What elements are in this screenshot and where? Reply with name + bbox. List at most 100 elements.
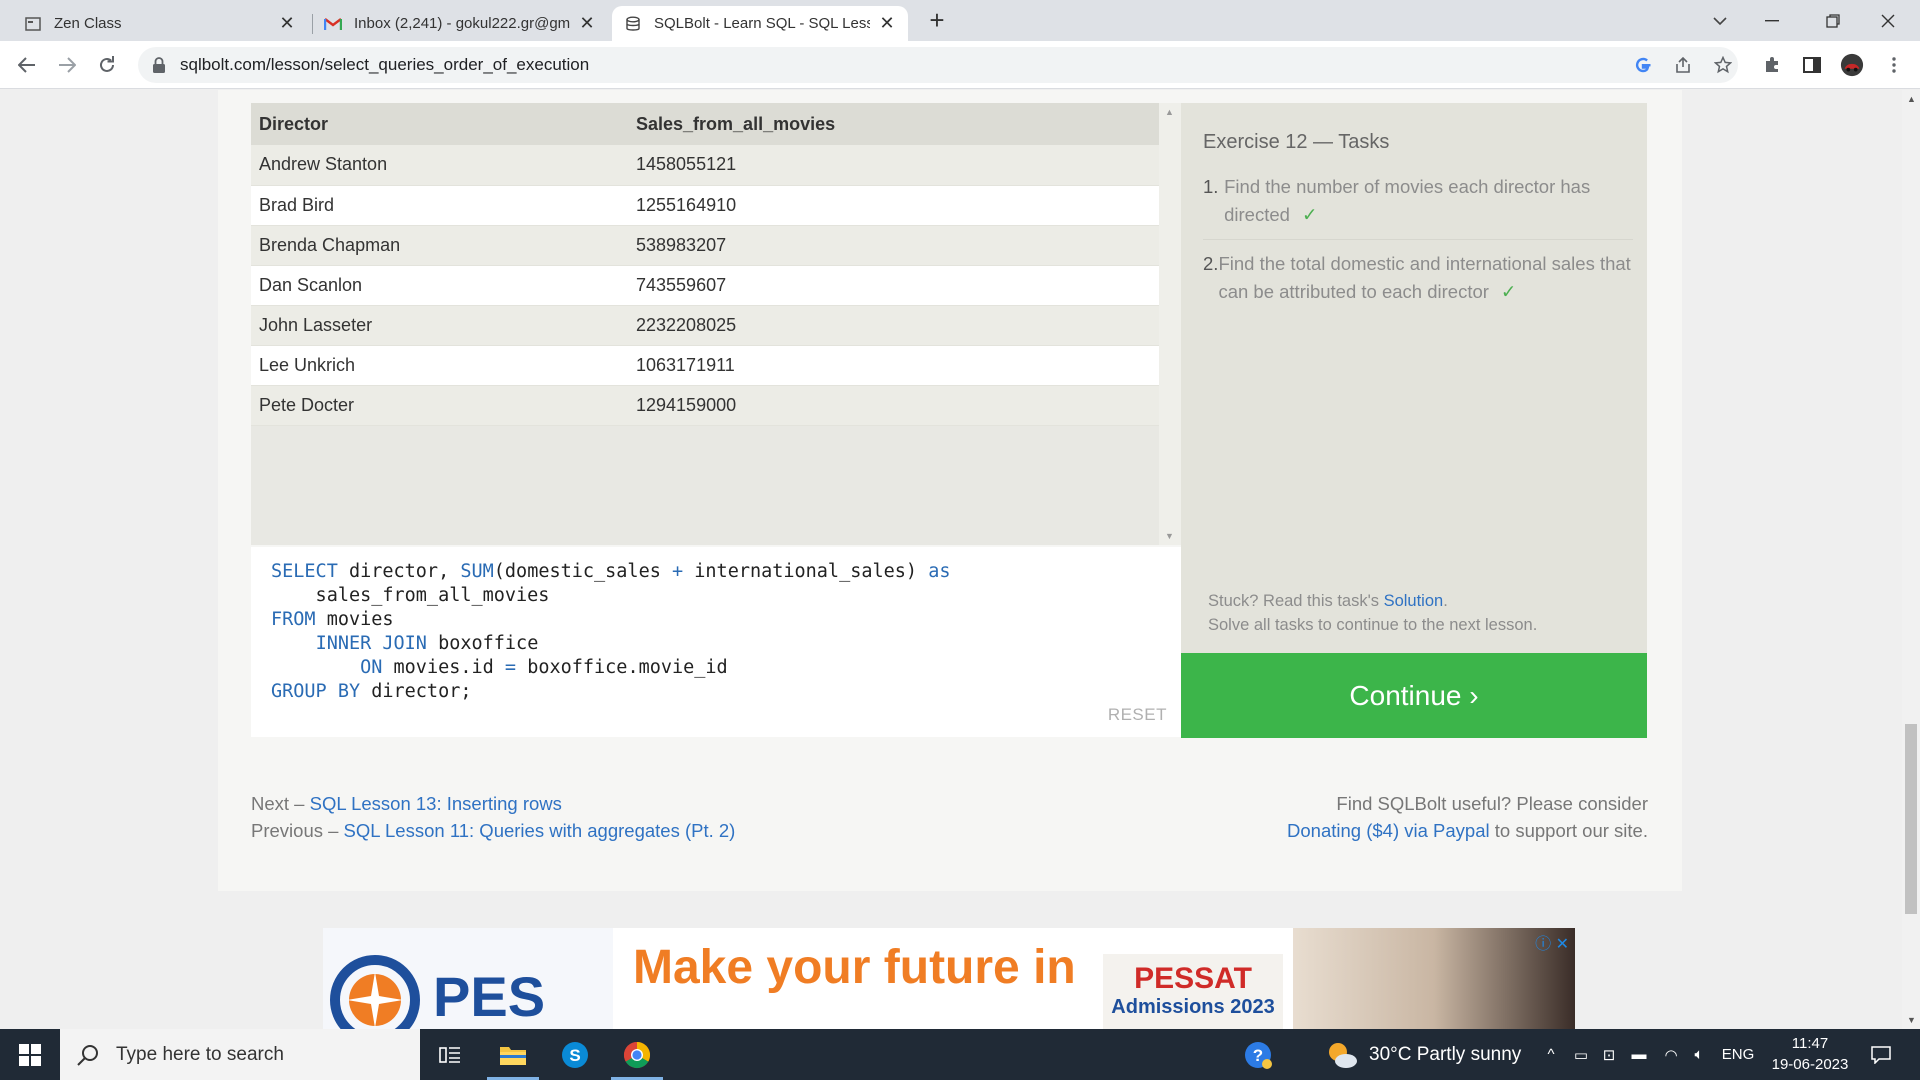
director-cell: Andrew Stanton: [251, 145, 628, 186]
file-explorer-icon[interactable]: [483, 1029, 543, 1080]
tasks-panel: Exercise 12 — Tasks 1. Find the number o…: [1181, 103, 1647, 653]
code-line[interactable]: sales_from_all_movies: [271, 585, 1181, 609]
sql-token: movies: [315, 609, 394, 630]
stuck-prefix: Stuck? Read this task's: [1208, 592, 1384, 610]
forward-button[interactable]: [51, 49, 83, 81]
sales-cell: 1458055121: [628, 145, 1159, 186]
database-icon: [624, 15, 642, 33]
svg-text:?: ?: [1253, 1046, 1263, 1065]
code-line[interactable]: FROM movies: [271, 609, 1181, 633]
pessat-title: PESSAT: [1134, 962, 1252, 995]
director-cell: John Lasseter: [251, 305, 628, 346]
minimize-button[interactable]: [1752, 0, 1792, 41]
tab-title: SQLBolt - Learn SQL - SQL Lesso: [654, 15, 870, 32]
battery-icon[interactable]: ▬: [1627, 1029, 1651, 1080]
results-scrollbar[interactable]: ▲ ▼: [1159, 103, 1181, 545]
system-clock[interactable]: 11:47 19-06-2023: [1760, 1033, 1860, 1075]
restore-button[interactable]: [1813, 0, 1853, 41]
pes-logo: PES: [323, 928, 613, 1029]
partly-sunny-icon: [1329, 1042, 1357, 1068]
previous-lesson-link[interactable]: SQL Lesson 11: Queries with aggregates (…: [344, 820, 736, 841]
reload-button[interactable]: [91, 49, 123, 81]
sql-editor[interactable]: SELECT director, SUM(domestic_sales + in…: [251, 547, 1181, 737]
reset-button[interactable]: RESET: [1108, 705, 1167, 725]
weather-text: 30°C Partly sunny: [1369, 1043, 1522, 1065]
close-tab-icon[interactable]: ✕: [278, 13, 296, 34]
network-status-icon[interactable]: ▭: [1570, 1029, 1592, 1080]
notifications-icon[interactable]: [1866, 1029, 1896, 1080]
tab-zen-class[interactable]: Zen Class ✕: [12, 6, 308, 41]
task-item: 1. Find the number of movies each direct…: [1203, 173, 1633, 240]
back-button[interactable]: [11, 49, 43, 81]
donate-line-2: Donating ($4) via Paypal to support our …: [1287, 817, 1648, 844]
scrollbar-thumb[interactable]: [1905, 724, 1917, 914]
code-line[interactable]: GROUP BY director;: [271, 681, 1181, 705]
wifi-icon[interactable]: ◠: [1660, 1029, 1682, 1080]
query-results-panel: Director Sales_from_all_movies Andrew St…: [251, 103, 1181, 545]
tab-gmail[interactable]: Inbox (2,241) - gokul222.gr@gm ✕: [312, 6, 608, 41]
side-panel-icon[interactable]: [1800, 53, 1824, 77]
search-placeholder: Type here to search: [116, 1043, 284, 1065]
sales-cell: 1063171911: [628, 345, 1159, 386]
close-tab-icon[interactable]: ✕: [878, 13, 896, 34]
tab-title: Zen Class: [54, 15, 122, 32]
director-cell: Pete Docter: [251, 385, 628, 426]
close-window-button[interactable]: [1868, 0, 1908, 41]
code-line[interactable]: INNER JOIN boxoffice: [271, 633, 1181, 657]
scroll-up-icon[interactable]: ▲: [1165, 107, 1174, 117]
table-row: Andrew Stanton 1458055121: [251, 145, 1159, 186]
advertisement-banner[interactable]: PES Make your future in PESSAT Admission…: [323, 928, 1575, 1029]
address-bar[interactable]: sqlbolt.com/lesson/select_queries_order_…: [138, 47, 1738, 83]
volume-icon[interactable]: 🔈︎: [1688, 1029, 1710, 1080]
profile-avatar[interactable]: [1840, 53, 1864, 77]
extensions-puzzle-icon[interactable]: [1760, 53, 1784, 77]
skype-icon[interactable]: S: [545, 1029, 605, 1080]
next-lesson-link[interactable]: SQL Lesson 13: Inserting rows: [310, 793, 562, 814]
continue-button[interactable]: Continue ›: [1181, 653, 1647, 738]
sql-keyword: +: [672, 561, 684, 582]
bookmark-star-icon[interactable]: [1711, 53, 1735, 77]
scroll-up-icon[interactable]: ▲: [1907, 94, 1916, 104]
donate-link[interactable]: Donating ($4) via Paypal: [1287, 820, 1490, 841]
director-cell: Dan Scanlon: [251, 265, 628, 306]
table-row: Brad Bird 1255164910: [251, 185, 1159, 226]
lock-icon: [153, 57, 165, 73]
code-line[interactable]: SELECT director, SUM(domestic_sales + in…: [271, 561, 1181, 585]
ad-logo-text: PES: [433, 965, 546, 1028]
lesson-navigation: Next – SQL Lesson 13: Inserting rows Pre…: [251, 790, 735, 844]
task-number: 1.: [1203, 176, 1219, 197]
code-line[interactable]: ON movies.id = boxoffice.movie_id: [271, 657, 1181, 681]
google-icon[interactable]: [1631, 53, 1655, 77]
new-tab-button[interactable]: +: [922, 6, 952, 36]
stuck-suffix: .: [1443, 592, 1448, 610]
next-lesson-line: Next – SQL Lesson 13: Inserting rows: [251, 790, 735, 817]
tab-sqlbolt[interactable]: SQLBolt - Learn SQL - SQL Lesso ✕: [612, 6, 908, 41]
share-icon[interactable]: [1671, 53, 1695, 77]
director-cell: Brad Bird: [251, 185, 628, 226]
close-tab-icon[interactable]: ✕: [578, 13, 596, 34]
browser-menu-icon[interactable]: [1882, 53, 1906, 77]
page-scrollbar[interactable]: ▲ ▼: [1902, 90, 1920, 1029]
chrome-icon[interactable]: [607, 1029, 667, 1080]
meet-now-icon[interactable]: ⊡: [1598, 1029, 1620, 1080]
windows-start-icon[interactable]: [0, 1029, 60, 1080]
show-hidden-icons[interactable]: ^: [1540, 1029, 1562, 1080]
ad-photo: [1293, 928, 1575, 1029]
taskbar-search[interactable]: Type here to search: [60, 1029, 420, 1080]
help-icon[interactable]: ?: [1228, 1029, 1288, 1080]
table-row: Lee Unkrich 1063171911: [251, 345, 1159, 386]
sales-cell: 743559607: [628, 265, 1159, 306]
sales-cell: 538983207: [628, 225, 1159, 266]
task-view-icon[interactable]: [420, 1029, 480, 1080]
ad-close-icon[interactable]: ⓘ ✕: [1535, 930, 1569, 954]
donate-suffix: to support our site.: [1489, 820, 1648, 841]
language-indicator[interactable]: ENG: [1718, 1029, 1758, 1080]
weather-widget[interactable]: 30°C Partly sunny: [1325, 1029, 1521, 1080]
tab-search-icon[interactable]: [1700, 0, 1740, 41]
next-prefix: Next –: [251, 793, 310, 814]
solution-link[interactable]: Solution: [1384, 592, 1444, 610]
url-text: sqlbolt.com/lesson/select_queries_order_…: [180, 55, 590, 74]
scroll-down-icon[interactable]: ▼: [1165, 531, 1174, 541]
scroll-down-icon[interactable]: ▼: [1907, 1015, 1916, 1025]
